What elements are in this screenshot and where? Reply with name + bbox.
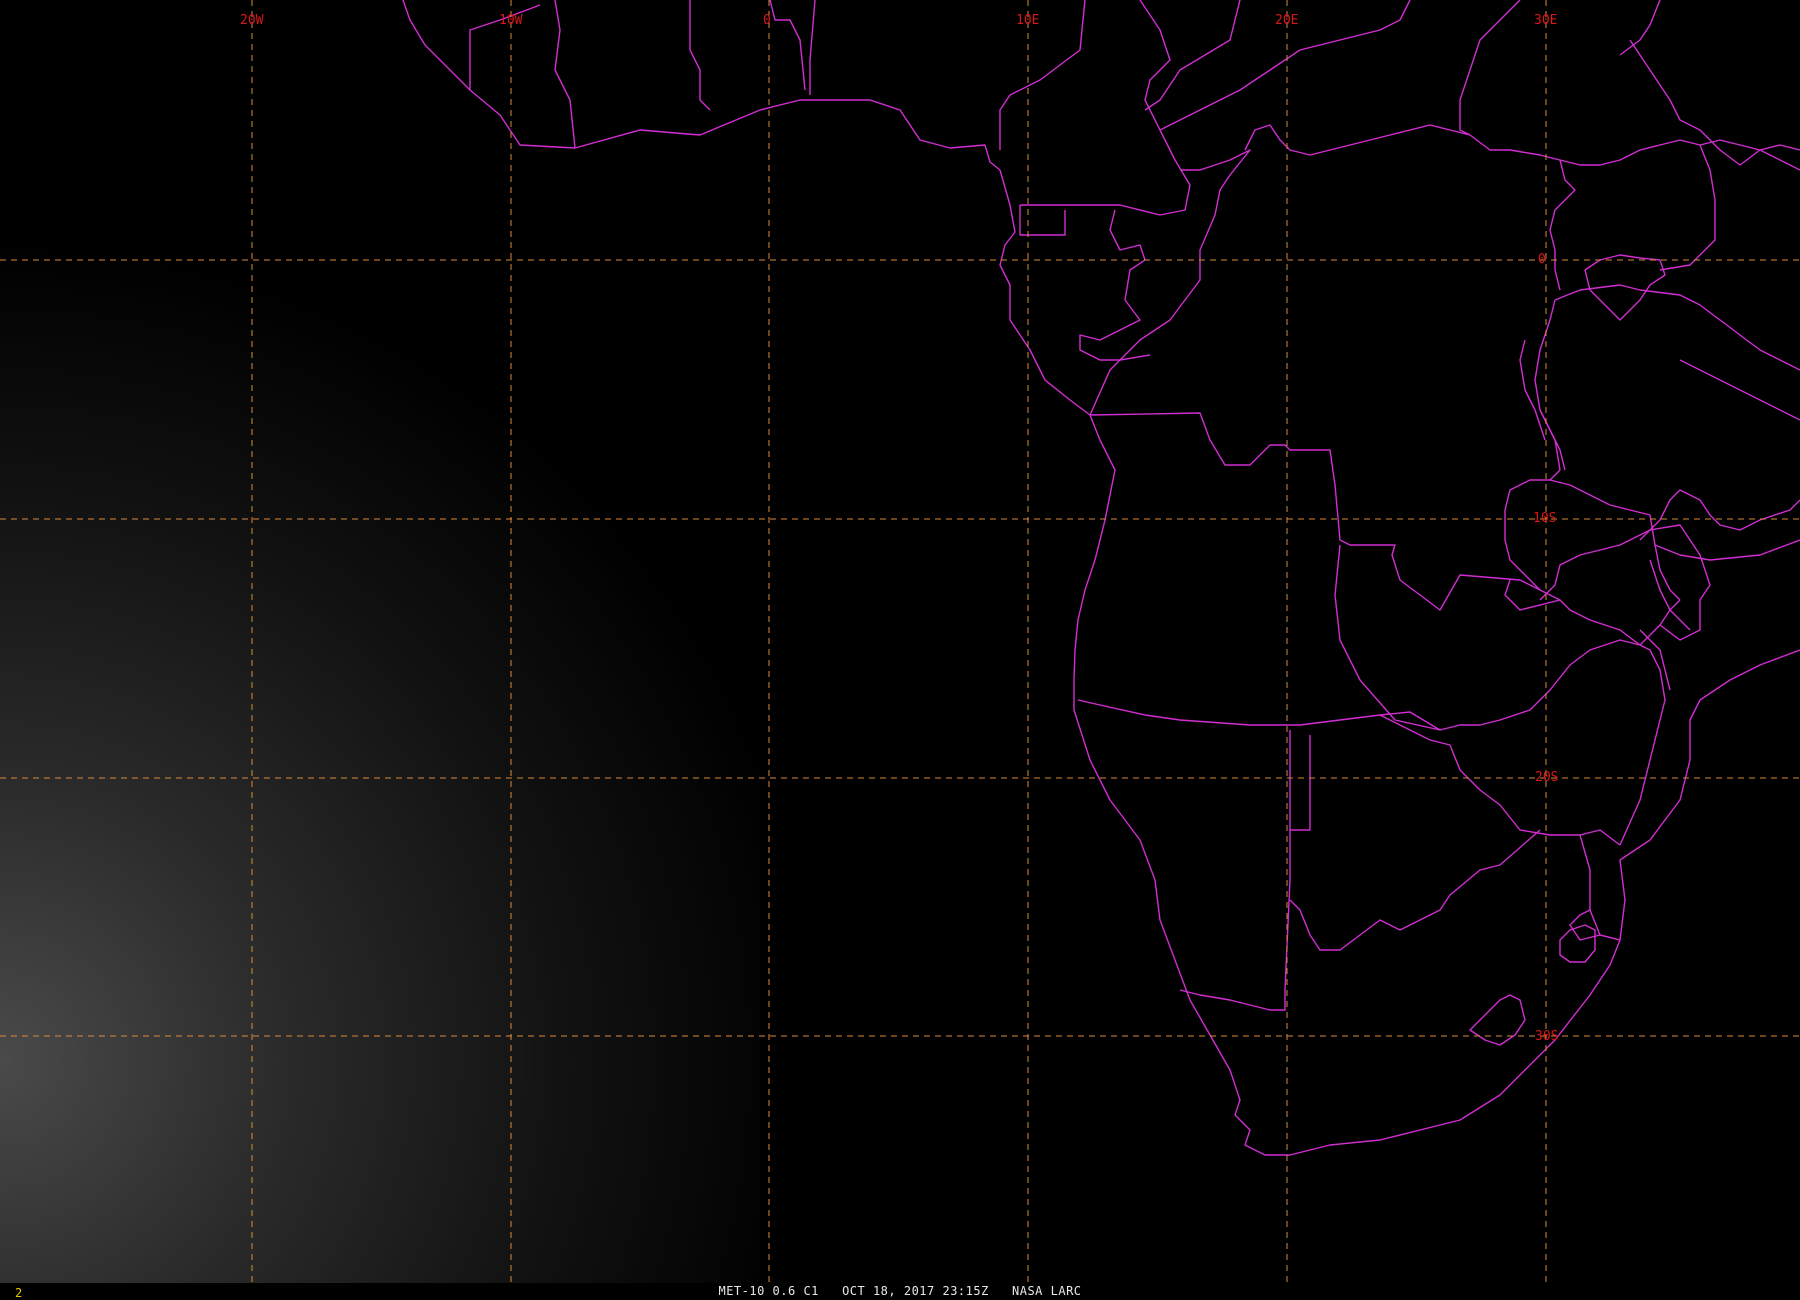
lat-label-20s: 20S	[1535, 770, 1558, 785]
lon-label-10e: 10E	[1016, 13, 1039, 28]
lat-label-0: 0	[1538, 252, 1546, 267]
lon-label-30e: 30E	[1534, 13, 1557, 28]
lon-label-0: 0	[763, 13, 771, 28]
lat-label-10s: 10S	[1533, 511, 1556, 526]
lon-label-20e: 20E	[1275, 13, 1298, 28]
satellite-image: 20W 10W 0 10E 20E 30E 0 10S 20S 30S	[0, 0, 1800, 1300]
lon-label-20w: 20W	[240, 13, 264, 28]
map-canvas: 20W 10W 0 10E 20E 30E 0 10S 20S 30S	[0, 0, 1800, 1283]
sun-glint	[0, 0, 760, 1283]
lat-label-30s: 30S	[1535, 1029, 1558, 1044]
lon-label-10w: 10W	[499, 13, 523, 28]
image-caption: MET-10 0.6 C1 OCT 18, 2017 23:15Z NASA L…	[718, 1284, 1082, 1298]
